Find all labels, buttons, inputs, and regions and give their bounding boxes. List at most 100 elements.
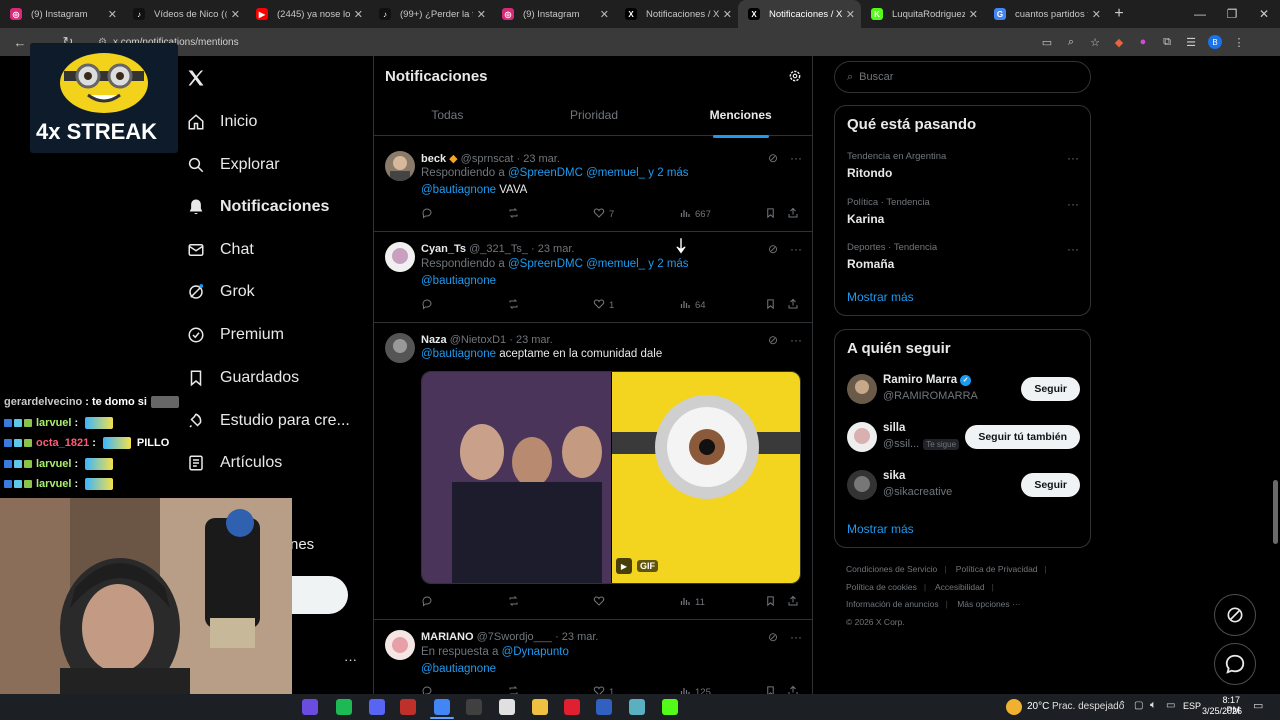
bookmark-button[interactable]: [765, 207, 776, 222]
mention-link[interactable]: @bautiagnone: [421, 663, 496, 675]
footer-link[interactable]: Condiciones de Servicio: [846, 564, 937, 574]
mention-link[interactable]: @bautiagnone: [421, 275, 496, 287]
bookmark-button[interactable]: [765, 685, 776, 694]
gif-badge[interactable]: ▶ GIF: [616, 558, 658, 574]
views-button[interactable]: 11: [679, 595, 705, 610]
clock-date[interactable]: 3/25/2026: [1202, 706, 1242, 716]
repost-button[interactable]: [507, 685, 520, 694]
follow-button[interactable]: Seguir: [1021, 377, 1080, 401]
post-button[interactable]: [292, 576, 348, 614]
more-options-icon[interactable]: ···: [790, 630, 802, 644]
grok-analyze-icon[interactable]: ⊘: [768, 151, 778, 165]
tweet-item[interactable]: MARIANO @7Swordjo___ · 23 mar. ⊘ ··· En r…: [374, 620, 812, 694]
settings-gear-icon[interactable]: [788, 69, 802, 88]
browser-tab[interactable]: ♪ Vídeos de Nico (@nic ✕: [123, 0, 246, 28]
trend-item[interactable]: Deportes · Tendencia Romaña ···: [847, 242, 1079, 271]
repost-button[interactable]: [507, 298, 520, 313]
reply-button[interactable]: [421, 207, 433, 222]
extension-fox-icon[interactable]: ◆: [1107, 36, 1131, 49]
tray-chevron-icon[interactable]: ⌃: [1118, 700, 1126, 711]
author-name[interactable]: Cyan_Ts: [421, 243, 466, 255]
like-button[interactable]: 7: [593, 207, 614, 222]
browser-tab[interactable]: Gcuantos partidos talle ✕: [984, 0, 1107, 28]
reply-to-link[interactable]: @SpreenDMC @memuel_ y 2 más: [508, 167, 689, 179]
obs-icon[interactable]: [466, 699, 482, 715]
close-tab-icon[interactable]: ✕: [600, 8, 609, 21]
new-tab-icon[interactable]: +: [1107, 5, 1131, 23]
chrome-icon[interactable]: [434, 699, 450, 715]
author-handle[interactable]: @sprnscat: [461, 153, 514, 165]
bookmark-star-icon[interactable]: ☆: [1083, 36, 1107, 49]
tab-menciones[interactable]: Menciones: [667, 108, 812, 138]
close-tab-icon[interactable]: ✕: [723, 8, 732, 21]
language-indicator[interactable]: ESP: [1183, 701, 1201, 711]
avatar[interactable]: [385, 333, 415, 363]
avatar[interactable]: [847, 422, 877, 452]
trend-more-icon[interactable]: ···: [1067, 151, 1079, 165]
like-button[interactable]: [593, 595, 609, 610]
reply-button[interactable]: [421, 685, 433, 694]
follow-suggestion[interactable]: silla @ssil... Te sigue Seguir tú también: [847, 422, 1080, 456]
address-bar[interactable]: ⚙ x.com/notifications/mentions: [90, 32, 1035, 52]
app-teal-icon[interactable]: [629, 699, 645, 715]
tweet-date[interactable]: 23 mar.: [538, 243, 575, 255]
grok-float-button[interactable]: [1214, 594, 1256, 636]
spotify-icon[interactable]: [336, 699, 352, 715]
menu-kebab-icon[interactable]: ⋮: [1227, 36, 1251, 49]
share-button[interactable]: [787, 298, 799, 313]
nav-item-grok[interactable]: Grok: [186, 277, 255, 307]
author-handle[interactable]: @NietoxD1: [450, 334, 506, 346]
more-options-icon[interactable]: ···: [790, 242, 802, 256]
opera-icon[interactable]: [564, 699, 580, 715]
zoom-icon[interactable]: ⌕: [1059, 36, 1083, 49]
nav-item-bookmark[interactable]: Guardados: [186, 363, 299, 393]
copilot-icon[interactable]: [302, 699, 318, 715]
capture-icon[interactable]: [499, 699, 515, 715]
app-blue-icon[interactable]: [596, 699, 612, 715]
author-name[interactable]: Naza: [421, 334, 447, 346]
browser-tab[interactable]: X Notificaciones / X ✕: [615, 0, 738, 28]
browser-tab[interactable]: X Notificaciones / X ✕: [738, 0, 861, 28]
reading-list-icon[interactable]: ☰: [1179, 36, 1203, 49]
show-more-link[interactable]: Mostrar más: [847, 522, 914, 536]
repost-button[interactable]: [507, 595, 520, 610]
extension-color-icon[interactable]: ●: [1131, 36, 1155, 48]
views-button[interactable]: 64: [679, 298, 706, 313]
app-red-icon[interactable]: [400, 699, 416, 715]
reply-button[interactable]: [421, 595, 433, 610]
reply-button[interactable]: [421, 298, 433, 313]
browser-tab[interactable]: ▶ (2445) ya nose lo que ✕: [246, 0, 369, 28]
close-window-icon[interactable]: ✕: [1248, 7, 1280, 21]
like-button[interactable]: 1: [593, 298, 614, 313]
tweet-item[interactable]: beck ◆ @sprnscat · 23 mar. ⊘ ··· Respondi…: [374, 141, 812, 232]
messages-float-button[interactable]: [1214, 643, 1256, 685]
nav-item-bell[interactable]: Notificaciones: [186, 192, 329, 222]
show-more-link[interactable]: Mostrar más: [847, 290, 914, 304]
share-button[interactable]: [787, 595, 799, 610]
trend-item[interactable]: Tendencia en Argentina Ritondo ···: [847, 151, 1079, 180]
trend-more-icon[interactable]: ···: [1067, 197, 1079, 211]
tweet-date[interactable]: 23 mar.: [516, 334, 553, 346]
grok-analyze-icon[interactable]: ⊘: [768, 333, 778, 347]
browser-tab[interactable]: ◎ (9) Instagram ✕: [0, 0, 123, 28]
close-tab-icon[interactable]: ✕: [354, 8, 363, 21]
footer-link[interactable]: Política de Privacidad: [956, 564, 1038, 574]
tray-extra-icon[interactable]: ▢: [1134, 700, 1143, 711]
tab-prioridad[interactable]: Prioridad: [521, 108, 668, 134]
avatar[interactable]: [847, 470, 877, 500]
scrollbar-thumb[interactable]: [1273, 480, 1278, 544]
maximize-icon[interactable]: ❐: [1216, 7, 1248, 21]
nav-item-mail[interactable]: Chat: [186, 235, 254, 265]
tweet-date[interactable]: 23 mar.: [562, 631, 599, 643]
nav-item-home[interactable]: Inicio: [186, 107, 257, 137]
grok-analyze-icon[interactable]: ⊘: [768, 242, 778, 256]
author-name[interactable]: MARIANO: [421, 631, 474, 643]
follow-name[interactable]: sika: [883, 470, 905, 482]
share-button[interactable]: [787, 207, 799, 222]
close-tab-icon[interactable]: ✕: [231, 8, 240, 21]
file-explorer-icon[interactable]: [532, 699, 548, 715]
more-options-icon[interactable]: ···: [790, 333, 802, 347]
follow-suggestion[interactable]: sika @sikacreative Seguir: [847, 470, 1080, 504]
avatar[interactable]: [385, 151, 415, 181]
footer-link[interactable]: Información de anuncios: [846, 599, 939, 609]
